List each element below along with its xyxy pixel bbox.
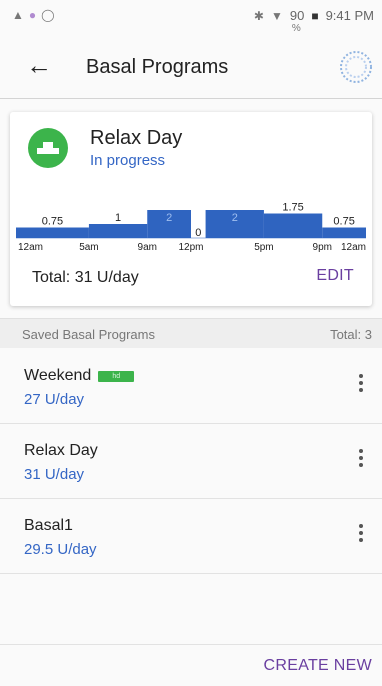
chart-tick-label: 12pm <box>178 242 203 253</box>
bottom-action-bar: CREATE NEW <box>0 644 382 686</box>
battery-icon: ■ <box>311 8 319 23</box>
chart-data-label: 0 <box>195 227 201 239</box>
circle-icon: ◯ <box>41 8 55 22</box>
status-bar: ▲ ● ◯ ✱ ▼ 90 % ■ 9:41 PM <box>0 0 382 34</box>
chart-data-label: 2 <box>166 212 172 224</box>
chart-tick-label: 9am <box>138 242 157 253</box>
arrow-back-icon[interactable]: ← <box>26 52 52 78</box>
status-icons-left: ▲ ● ◯ <box>12 9 55 21</box>
bluetooth-icon: ✱ <box>253 8 264 23</box>
program-rate: 31 U/day <box>24 466 85 483</box>
page-title: Basal Programs <box>86 56 229 78</box>
more-options-icon[interactable] <box>354 446 368 476</box>
active-program-status: In progress <box>90 152 166 169</box>
more-options-icon[interactable] <box>354 371 368 401</box>
chart-tick-label: 5am <box>79 242 98 253</box>
program-name-text: Weekend <box>24 367 92 384</box>
chart-tick-label: 12am <box>341 242 366 253</box>
chart-tick-label: 5pm <box>254 242 273 253</box>
dot-icon: ● <box>28 8 37 22</box>
chart-data-label: 1.75 <box>282 202 303 214</box>
chart-bar <box>263 213 323 238</box>
saved-programs-title: Saved Basal Programs <box>22 327 155 342</box>
app-header: ← Basal Programs <box>0 40 382 96</box>
saved-programs-header: Saved Basal Programs Total: 3 <box>0 318 382 348</box>
chart-data-label: 0.75 <box>333 216 354 228</box>
chart-tick-label: 9pm <box>313 242 332 253</box>
status-time: 9:41 PM <box>325 8 374 23</box>
create-new-button[interactable]: CREATE NEW <box>264 657 372 675</box>
more-options-icon[interactable] <box>354 521 368 551</box>
battery-percent-sign: % <box>291 23 301 34</box>
chart-data-label: 1 <box>115 212 121 224</box>
program-name: Weekend hd <box>24 367 135 385</box>
chart-data-label: 0.75 <box>42 216 63 228</box>
status-icons-right: ✱ ▼ 90 % ■ 9:41 PM <box>253 8 374 34</box>
chart-bar <box>88 224 148 238</box>
saved-program-weekend[interactable]: Weekend hd 27 U/day <box>0 349 382 424</box>
basal-program-icon <box>28 128 68 168</box>
program-rate: 29.5 U/day <box>24 541 97 558</box>
saved-program-relax-day[interactable]: Relax Day 31 U/day <box>0 424 382 499</box>
program-name: Basal1 <box>24 517 73 534</box>
edit-button[interactable]: EDIT <box>316 267 354 285</box>
battery-indicator: 90 % <box>289 8 305 34</box>
wifi-icon: ▼ <box>270 8 283 23</box>
saved-program-basal1[interactable]: Basal1 29.5 U/day <box>0 499 382 574</box>
battery-level: 90 <box>289 8 305 23</box>
basal-rate-chart: 0.75 1 2 0 2 1.75 0.75 12am 5am 9am 12pm 5pm 9pm 12am <box>16 202 366 253</box>
warning-icon: ▲ <box>12 8 24 22</box>
chart-tick-label: 12am <box>18 242 43 253</box>
chart-data-label: 2 <box>232 212 238 224</box>
chart-bar <box>322 227 366 238</box>
program-rate: 27 U/day <box>24 391 85 408</box>
active-program-total: Total: 31 U/day <box>32 269 139 286</box>
saved-programs-total: Total: 3 <box>330 327 372 342</box>
active-program-card[interactable]: Relax Day In progress 0.75 1 2 0 2 1.75 0.75 12… <box>10 112 372 306</box>
pump-status-icon[interactable] <box>339 50 373 84</box>
chart-bar <box>16 227 89 238</box>
header-divider <box>0 98 382 99</box>
program-badge: hd <box>98 371 135 382</box>
active-program-name: Relax Day <box>90 127 183 149</box>
program-name: Relax Day <box>24 442 98 459</box>
